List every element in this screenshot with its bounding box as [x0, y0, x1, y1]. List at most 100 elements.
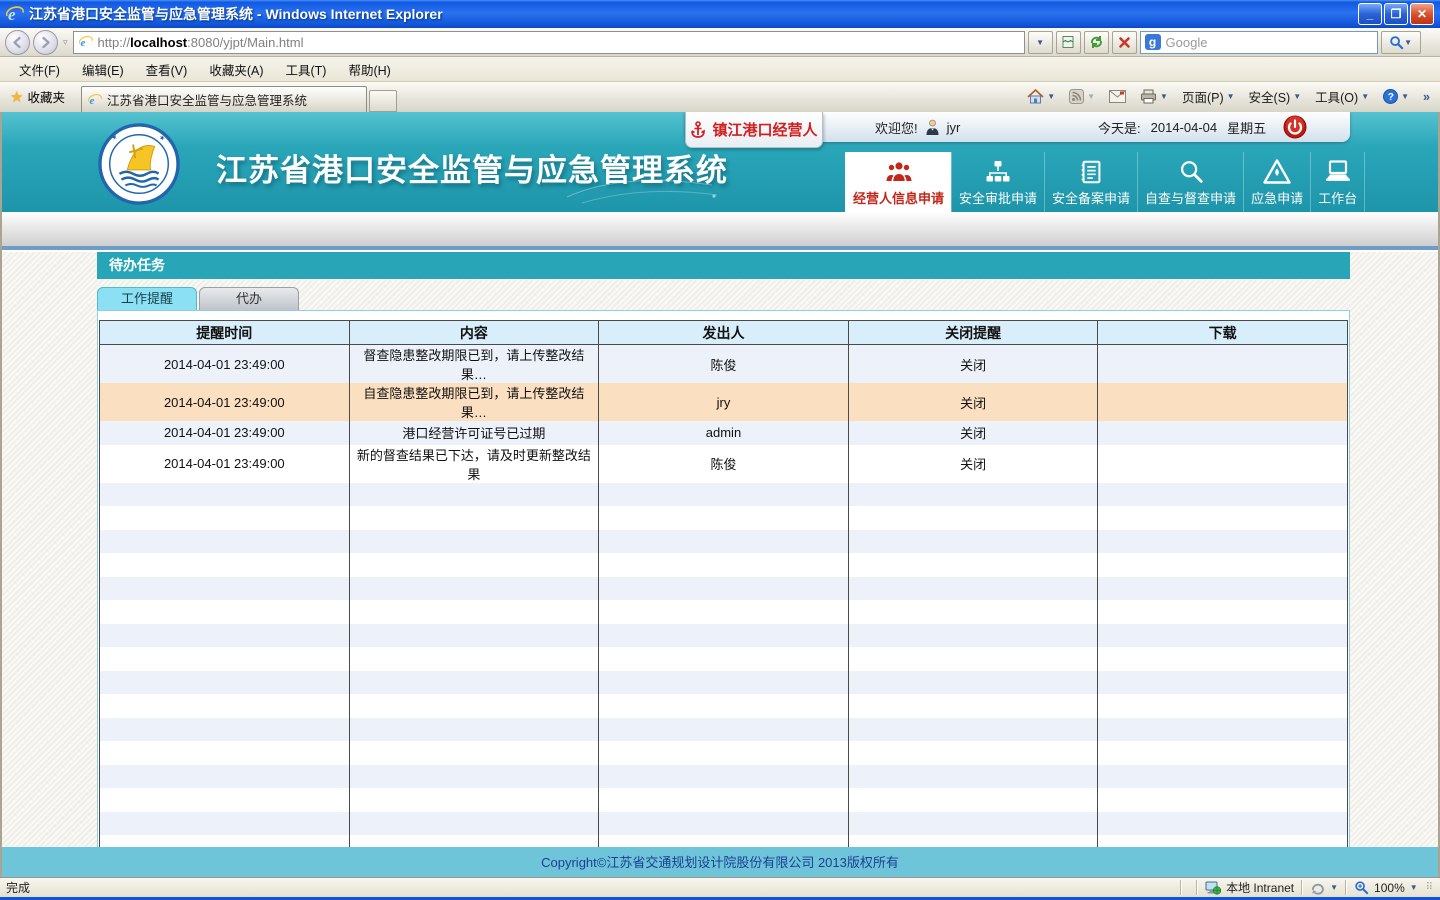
nav-item-4[interactable]: 自查与督查申请 — [1137, 152, 1243, 212]
logout-power-button[interactable] — [1283, 115, 1307, 139]
cell-close — [848, 718, 1098, 742]
close-reminder-link[interactable]: 关闭 — [960, 457, 986, 472]
cell-download — [1098, 553, 1348, 577]
history-dropdown[interactable]: ▿ — [61, 37, 70, 48]
system-logo: ★ ★ — [98, 123, 180, 205]
nav-label: 工作台 — [1318, 188, 1357, 207]
nav-item-2[interactable]: 安全审批申请 — [951, 152, 1044, 212]
people-icon — [884, 156, 914, 187]
table-row — [100, 694, 1348, 718]
tools-menu-button[interactable]: 工具(O)▼ — [1309, 84, 1375, 109]
close-reminder-link[interactable]: 关闭 — [960, 396, 986, 411]
search-input[interactable]: g Google — [1140, 31, 1378, 54]
column-header: 提醒时间 — [100, 321, 350, 345]
security-zone: 本地 Intranet — [1205, 879, 1294, 896]
cell-sender — [599, 694, 849, 718]
zoom-control[interactable]: 100% ▼ — [1354, 880, 1418, 895]
minimize-button[interactable]: _ — [1358, 3, 1382, 25]
forward-button[interactable] — [33, 30, 58, 55]
cell-content — [349, 788, 599, 812]
help-button[interactable]: ? ▼ — [1377, 86, 1415, 107]
menu-item[interactable]: 文件(F) — [8, 57, 71, 82]
cell-time — [100, 624, 350, 648]
resize-grip: ⠿ — [1426, 882, 1434, 893]
cell-sender — [599, 671, 849, 695]
tab-title: 江苏省港口安全监管与应急管理系统 — [107, 90, 307, 109]
cell-download — [1098, 506, 1348, 530]
compatibility-view-button[interactable] — [1056, 31, 1081, 54]
refresh-button[interactable] — [1084, 31, 1109, 54]
cell-content — [349, 506, 599, 530]
cell-content — [349, 694, 599, 718]
url-field[interactable]: e http://localhost:8080/yjpt/Main.html — [73, 31, 1025, 54]
star-icon: ★ — [10, 88, 23, 106]
cell-content: 新的督查结果已下达，请及时更新整改结果 — [349, 445, 599, 483]
protected-mode-button[interactable]: ▼ — [1310, 881, 1338, 895]
cell-content — [349, 577, 599, 601]
mail-button[interactable] — [1103, 87, 1132, 106]
cell-close — [848, 741, 1098, 765]
column-header: 关闭提醒 — [848, 321, 1098, 345]
table-row[interactable]: 2014-04-01 23:49:00督查隐患整改期限已到，请上传整改结果…陈俊… — [100, 345, 1348, 384]
table-row[interactable]: 2014-04-01 23:49:00新的督查结果已下达，请及时更新整改结果陈俊… — [100, 445, 1348, 483]
close-button[interactable]: ✕ — [1410, 3, 1434, 25]
ie-icon: e — [6, 5, 24, 23]
cell-download — [1098, 624, 1348, 648]
cell-close: 关闭 — [848, 345, 1098, 384]
table-row — [100, 553, 1348, 577]
table-row[interactable]: 2014-04-01 23:49:00港口经营许可证号已过期admin关闭 — [100, 421, 1348, 445]
menu-item[interactable]: 帮助(H) — [337, 57, 401, 82]
table-row[interactable]: 2014-04-01 23:49:00自查隐患整改期限已到，请上传整改结果…jr… — [100, 383, 1348, 421]
cell-close — [848, 506, 1098, 530]
browser-tab[interactable]: e 江苏省港口安全监管与应急管理系统 — [81, 86, 367, 112]
new-tab-stub[interactable] — [369, 90, 397, 112]
cell-download — [1098, 483, 1348, 507]
cell-sender: admin — [599, 421, 849, 445]
stop-button[interactable] — [1112, 31, 1137, 54]
print-button[interactable]: ▼ — [1134, 86, 1174, 107]
search-button[interactable]: ▼ — [1381, 31, 1421, 54]
cell-sender: 陈俊 — [599, 345, 849, 384]
zoom-level: 100% — [1374, 881, 1405, 895]
menu-item[interactable]: 收藏夹(A) — [198, 57, 274, 82]
feeds-button[interactable]: ▼ — [1063, 86, 1101, 107]
back-button[interactable] — [5, 30, 30, 55]
back-arrow-icon — [11, 36, 24, 49]
home-button[interactable]: ▼ — [1021, 86, 1061, 107]
address-bar: ▿ e http://localhost:8080/yjpt/Main.html… — [0, 28, 1440, 57]
table-row — [100, 577, 1348, 601]
refresh-icon — [1089, 35, 1104, 49]
tab-work-reminder[interactable]: 工作提醒 — [97, 287, 197, 310]
home-icon — [1027, 89, 1044, 104]
cell-content: 港口经营许可证号已过期 — [349, 421, 599, 445]
cell-close — [848, 647, 1098, 671]
menu-item[interactable]: 工具(T) — [274, 57, 337, 82]
nav-item-5[interactable]: 应急申请 — [1243, 152, 1310, 212]
safety-menu-button[interactable]: 安全(S)▼ — [1243, 84, 1308, 109]
restore-button[interactable]: ❐ — [1384, 3, 1408, 25]
search-dropdown[interactable]: ▼ — [1404, 38, 1412, 47]
tab-delegate[interactable]: 代办 — [199, 287, 299, 310]
nav-item-3[interactable]: 安全备案申请 — [1044, 152, 1137, 212]
page-menu-button[interactable]: 页面(P)▼ — [1176, 84, 1241, 109]
cell-time — [100, 741, 350, 765]
column-header: 发出人 — [599, 321, 849, 345]
cell-download — [1098, 445, 1348, 483]
favorites-button[interactable]: ★ 收藏夹 — [4, 82, 75, 112]
menu-item[interactable]: 编辑(E) — [71, 57, 135, 82]
close-reminder-link[interactable]: 关闭 — [960, 358, 986, 373]
menu-item[interactable]: 查看(V) — [135, 57, 199, 82]
intranet-icon — [1205, 881, 1221, 895]
url-dropdown-button[interactable]: ▼ — [1028, 31, 1053, 54]
overflow-chevron[interactable]: » — [1417, 87, 1436, 107]
cell-close: 关闭 — [848, 383, 1098, 421]
warning-icon — [1262, 156, 1292, 187]
nav-item-6[interactable]: 工作台 — [1310, 152, 1365, 212]
cell-download — [1098, 647, 1348, 671]
window-title: 江苏省港口安全监管与应急管理系统 - Windows Internet Expl… — [29, 4, 443, 24]
nav-item-1[interactable]: 经营人信息申请 — [845, 152, 951, 212]
browser-window: e 江苏省港口安全监管与应急管理系统 - Windows Internet Ex… — [0, 0, 1440, 900]
cell-close — [848, 530, 1098, 554]
close-reminder-link[interactable]: 关闭 — [960, 426, 986, 441]
welcome-label: 欢迎您! — [875, 118, 918, 137]
